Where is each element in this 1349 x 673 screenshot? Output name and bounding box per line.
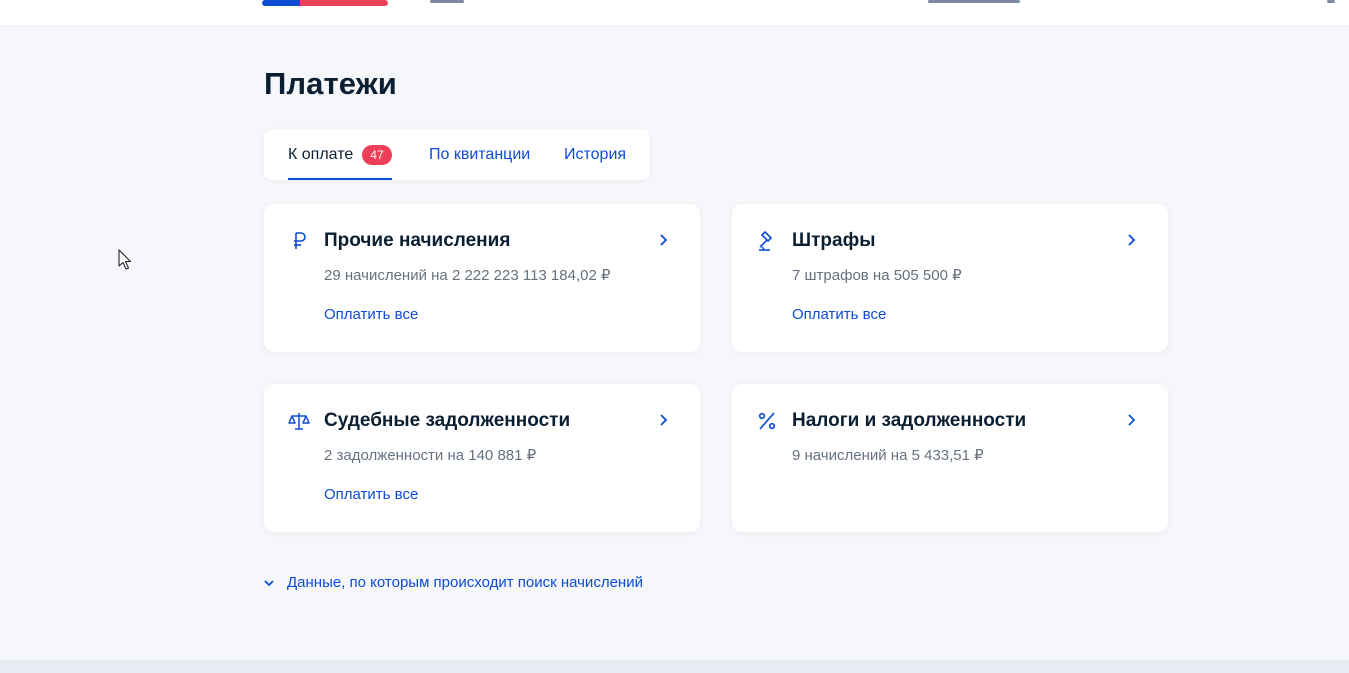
mouse-cursor-icon [118,249,132,270]
search-data-toggle[interactable]: Данные, по которым происходит поиск начи… [262,574,643,591]
chevron-down-icon [262,576,276,590]
card-title: Штрафы [792,230,876,251]
card-summary: 7 штрафов на 505 500 ₽ [792,267,962,284]
chevron-right-icon[interactable] [1126,412,1138,428]
pay-all-link[interactable]: Оплатить все [324,306,418,323]
count-badge: 47 [362,144,392,165]
tab-label: История [564,145,627,163]
top-header [0,0,1349,27]
tab-by-receipt[interactable]: По квитанции [429,129,530,180]
chevron-right-icon[interactable] [658,412,670,428]
scales-icon [288,410,310,432]
card-taxes[interactable]: Налоги и задолженности 9 начислений на 5… [732,384,1168,532]
ruble-icon [288,230,310,252]
tab-label: К оплате [288,145,354,163]
card-summary: 9 начислений на 5 433,51 ₽ [792,447,984,464]
card-title: Налоги и задолженности [792,410,1027,431]
footer-strip [0,660,1349,673]
card-court-debts[interactable]: Судебные задолженности 2 задолженности н… [264,384,700,532]
chevron-right-icon[interactable] [658,232,670,248]
gosuslugi-logo[interactable] [262,0,388,6]
nav-fragment [430,0,464,3]
pay-all-link[interactable]: Оплатить все [324,486,418,503]
gavel-icon [756,230,778,252]
card-summary: 2 задолженности на 140 881 ₽ [324,447,537,464]
card-summary: 29 начислений на 2 222 223 113 184,02 ₽ [324,267,611,284]
nav-fragment [1327,0,1335,3]
card-fines[interactable]: Штрафы 7 штрафов на 505 500 ₽ Оплатить в… [732,204,1168,352]
payment-tabs: К оплате 47 По квитанции История [264,129,650,180]
nav-fragment [928,0,1020,3]
chevron-right-icon[interactable] [1126,232,1138,248]
card-title: Судебные задолженности [324,410,571,431]
card-other-charges[interactable]: Прочие начисления 29 начислений на 2 222… [264,204,700,352]
percent-icon [756,410,778,432]
card-title: Прочие начисления [324,230,511,251]
tab-to-pay[interactable]: К оплате 47 [288,129,392,180]
page-title: Платежи [264,66,397,101]
search-data-label: Данные, по которым происходит поиск начи… [287,574,643,591]
tab-history[interactable]: История [564,129,626,180]
pay-all-link[interactable]: Оплатить все [792,306,886,323]
tab-label: По квитанции [429,145,531,163]
